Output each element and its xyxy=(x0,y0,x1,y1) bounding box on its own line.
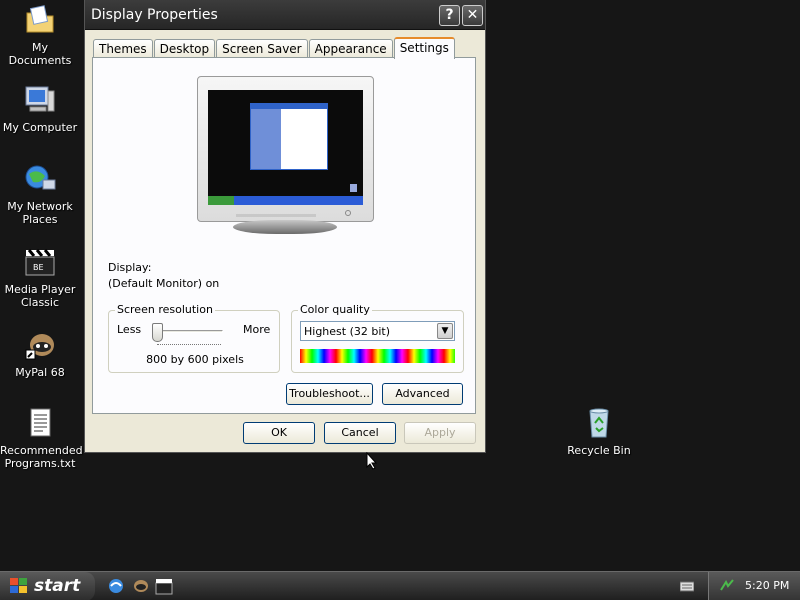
svg-text:BE: BE xyxy=(33,263,44,272)
start-button[interactable]: start xyxy=(0,572,95,600)
quicklaunch-mypal-icon[interactable] xyxy=(132,577,150,595)
troubleshoot-button[interactable]: Troubleshoot... xyxy=(286,383,373,405)
computer-icon xyxy=(23,83,57,117)
desktop-icon-label: My Network Places xyxy=(7,200,73,226)
desktop-icon-label: Recommended Programs.txt xyxy=(0,444,83,470)
close-button[interactable]: ✕ xyxy=(462,5,483,26)
mouse-cursor-icon xyxy=(366,452,378,470)
monitor-stand xyxy=(233,220,337,234)
tab-themes[interactable]: Themes xyxy=(93,39,153,58)
apply-button[interactable]: Apply xyxy=(404,422,476,444)
recycle-bin-icon xyxy=(582,406,616,440)
clock[interactable]: 5:20 PM xyxy=(745,579,789,592)
raccoon-browser-icon xyxy=(23,328,57,362)
color-quality-selected: Highest (32 bit) xyxy=(304,325,391,338)
close-icon: ✕ xyxy=(466,7,479,23)
resolution-slider-track[interactable] xyxy=(155,330,223,333)
power-led-icon xyxy=(345,210,351,216)
tab-screen-saver[interactable]: Screen Saver xyxy=(216,39,308,58)
resolution-slider-thumb[interactable] xyxy=(152,323,163,342)
settings-panel: Display: (Default Monitor) on Screen res… xyxy=(92,57,476,414)
desktop-icon-my-documents[interactable]: My Documents xyxy=(0,3,80,67)
keyboard-icon[interactable] xyxy=(680,580,694,592)
display-value: (Default Monitor) on xyxy=(108,277,220,290)
chevron-down-icon[interactable]: ▼ xyxy=(437,323,453,339)
resolution-value: 800 by 600 pixels xyxy=(146,353,244,366)
desktop-icon-network-places[interactable]: My Network Places xyxy=(0,162,80,226)
advanced-button[interactable]: Advanced xyxy=(382,383,463,405)
tab-settings[interactable]: Settings xyxy=(393,37,455,59)
mini-start-preview xyxy=(208,196,234,205)
help-icon: ? xyxy=(445,7,454,23)
desktop-icon-label: Media Player Classic xyxy=(4,283,76,309)
monitor-preview xyxy=(197,76,374,222)
taskbar: start 5:20 PM xyxy=(0,571,800,600)
text-file-icon xyxy=(23,406,57,440)
screen-resolution-group: Screen resolution Less More 800 by 600 p… xyxy=(108,303,280,373)
display-label: Display: xyxy=(108,261,152,274)
slider-more-label: More xyxy=(243,323,271,336)
windows-logo-icon xyxy=(10,578,27,593)
start-label: start xyxy=(34,576,81,596)
tab-strip: Themes Desktop Screen Saver Appearance S… xyxy=(93,37,456,59)
desktop-icon-label: Recycle Bin xyxy=(567,444,631,457)
help-button[interactable]: ? xyxy=(439,5,460,26)
screen-resolution-title: Screen resolution xyxy=(115,303,215,316)
quicklaunch-browser-icon[interactable] xyxy=(107,577,125,595)
monitor-screen-preview xyxy=(208,90,363,205)
quicklaunch-media-player-icon[interactable] xyxy=(155,577,173,595)
color-quality-title: Color quality xyxy=(298,303,372,316)
color-quality-group: Color quality Highest (32 bit) ▼ xyxy=(291,303,464,373)
window-title: Display Properties xyxy=(91,7,218,23)
desktop-icon-recommended-programs[interactable]: Recommended Programs.txt xyxy=(0,406,83,470)
clapperboard-icon: BE xyxy=(23,245,57,279)
slider-ticks xyxy=(157,344,221,348)
slider-less-label: Less xyxy=(117,323,142,336)
desktop-icon-mypal[interactable]: MyPal 68 xyxy=(0,328,80,379)
monitor-bezel-bar xyxy=(236,214,316,217)
tab-appearance[interactable]: Appearance xyxy=(308,39,393,58)
desktop-icon-label: MyPal 68 xyxy=(15,366,65,379)
window-titlebar[interactable]: Display Properties ? ✕ xyxy=(85,0,485,30)
folder-icon xyxy=(23,3,57,37)
mini-recycle-bin-icon xyxy=(350,184,357,192)
color-quality-select[interactable]: Highest (32 bit) ▼ xyxy=(300,321,455,341)
color-spectrum-preview xyxy=(300,349,455,363)
mini-window-preview xyxy=(250,103,328,170)
network-tray-icon[interactable] xyxy=(719,578,735,594)
system-tray: 5:20 PM xyxy=(708,572,800,600)
desktop-icon-my-computer[interactable]: My Computer xyxy=(0,83,80,134)
display-properties-window: Display Properties ? ✕ Themes Desktop Sc… xyxy=(84,0,486,453)
tab-desktop[interactable]: Desktop xyxy=(153,39,216,58)
cancel-button[interactable]: Cancel xyxy=(324,422,396,444)
desktop-icon-label: My Computer xyxy=(2,121,78,134)
ok-button[interactable]: OK xyxy=(243,422,315,444)
network-globe-icon xyxy=(23,162,57,196)
desktop-icon-label: My Documents xyxy=(8,41,72,67)
desktop-icon-media-player-classic[interactable]: BE Media Player Classic xyxy=(0,245,80,309)
desktop-icon-recycle-bin[interactable]: Recycle Bin xyxy=(559,406,639,457)
